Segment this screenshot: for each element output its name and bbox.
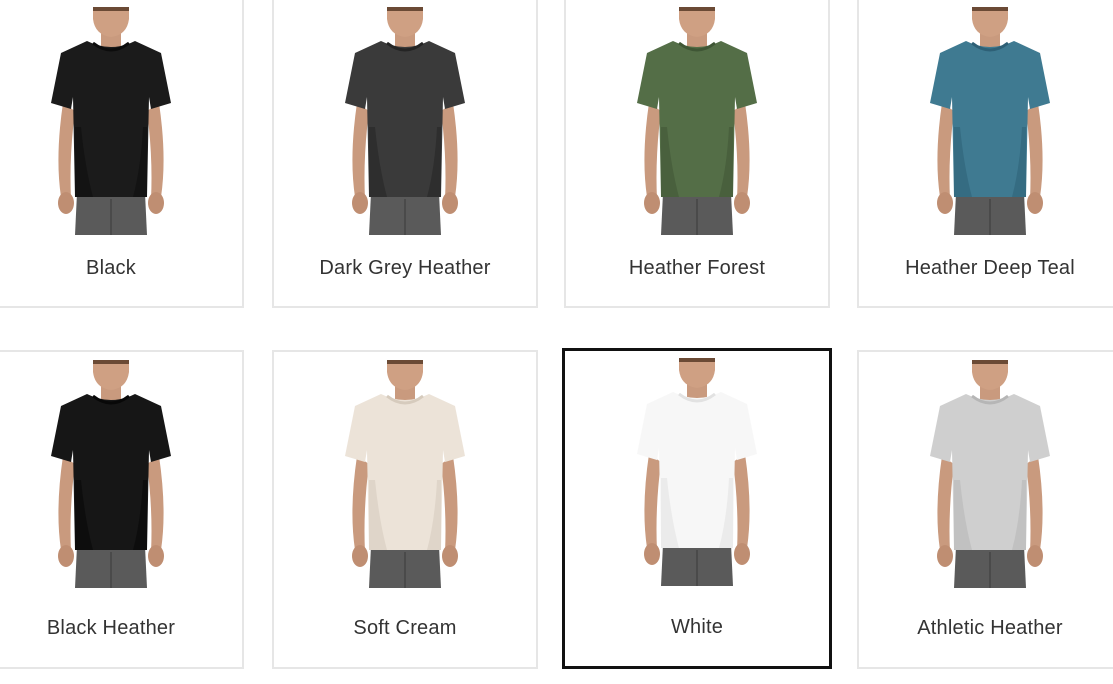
product-image-tshirt (920, 7, 1060, 235)
color-label: Heather Deep Teal (905, 257, 1075, 279)
color-label: Soft Cream (353, 617, 457, 639)
product-image-tshirt (41, 360, 181, 588)
product-image-tshirt (41, 7, 181, 235)
color-swatch-grid: Black Dark Grey Heather Heather Forest H… (0, 0, 1113, 684)
color-swatch-white-selected[interactable]: White (562, 348, 832, 669)
color-swatch-heather-forest[interactable]: Heather Forest (564, 0, 830, 308)
color-swatch-athletic-heather[interactable]: Athletic Heather (857, 350, 1113, 669)
color-label: Black (86, 257, 136, 279)
color-swatch-heather-deep-teal[interactable]: Heather Deep Teal (857, 0, 1113, 308)
color-label: Black Heather (46, 617, 176, 639)
color-label: Dark Grey Heather (319, 257, 491, 279)
product-image-tshirt (920, 360, 1060, 588)
color-label: White (670, 616, 724, 638)
color-swatch-dark-grey-heather[interactable]: Dark Grey Heather (272, 0, 538, 308)
color-label: Athletic Heather (917, 617, 1063, 639)
product-image-tshirt (335, 7, 475, 235)
product-image-tshirt (627, 358, 767, 586)
color-label: Heather Forest (628, 257, 766, 279)
color-swatch-black-heather[interactable]: Black Heather (0, 350, 244, 669)
product-image-tshirt (627, 7, 767, 235)
color-swatch-black[interactable]: Black (0, 0, 244, 308)
product-image-tshirt (335, 360, 475, 588)
color-swatch-soft-cream[interactable]: Soft Cream (272, 350, 538, 669)
